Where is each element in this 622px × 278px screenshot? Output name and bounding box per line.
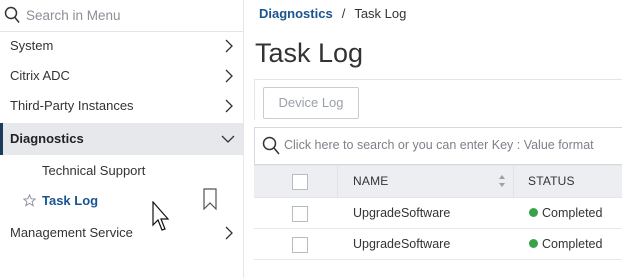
search-icon [4,6,20,23]
chevron-right-icon [225,226,233,240]
status-label: Completed [542,206,603,220]
row-checkbox[interactable] [292,206,308,222]
sidebar-item-system[interactable]: System [0,31,243,61]
column-header-status[interactable]: STATUS [528,174,575,188]
menu-search[interactable]: Search in Menu [0,0,243,32]
table-search-input[interactable]: Click here to search or you can enter Ke… [254,127,622,165]
chevron-right-icon [225,99,233,113]
sidebar: Search in Menu System Citrix ADC Third-P… [0,0,244,278]
device-log-button[interactable]: Device Log [263,87,359,119]
table-row[interactable]: UpgradeSoftware Completed [254,198,622,229]
table-search-placeholder: Click here to search or you can enter Ke… [284,138,594,152]
task-status: Completed [529,237,602,251]
select-all-checkbox[interactable] [292,174,308,190]
sidebar-item-label: Diagnostics [10,131,84,146]
table-header: NAME STATUS [254,165,622,198]
chevron-right-icon [225,39,233,53]
chevron-right-icon [225,69,233,83]
mouse-pointer-icon [152,201,170,231]
search-icon [262,136,280,155]
column-divider [513,166,514,197]
page-title: Task Log [255,38,364,68]
sidebar-item-third-party-instances[interactable]: Third-Party Instances [0,91,243,121]
column-divider [337,166,338,197]
sidebar-subitem-label: Technical Support [42,163,146,178]
sidebar-item-diagnostics[interactable]: Diagnostics [0,123,243,155]
sort-icon[interactable] [498,174,506,188]
sidebar-item-label: Citrix ADC [10,68,70,83]
breadcrumb: Diagnostics / Task Log [259,6,406,21]
status-label: Completed [542,237,603,251]
task-name: UpgradeSoftware [353,206,451,220]
sidebar-subitem-label: Task Log [42,193,99,208]
task-status: Completed [529,206,602,220]
task-log-table: NAME STATUS UpgradeSoftware Completed Up… [254,165,622,260]
sidebar-subitem-task-log[interactable]: Task Log [0,186,243,216]
breadcrumb-current: Task Log [354,6,407,21]
status-completed-icon [529,208,538,217]
status-completed-icon [529,239,538,248]
breadcrumb-separator: / [341,6,346,21]
task-name: UpgradeSoftware [353,237,451,251]
sidebar-item-label: System [10,38,54,53]
main-content: Diagnostics / Task Log Task Log Device Log… [244,0,622,278]
table-row[interactable]: UpgradeSoftware Completed [254,229,622,260]
toolbar: Device Log [254,79,622,120]
sidebar-item-management-service[interactable]: Management Service [0,218,243,248]
sidebar-item-citrix-adc[interactable]: Citrix ADC [0,61,243,91]
bookmark-icon[interactable] [203,188,217,210]
menu-search-placeholder: Search in Menu [26,8,121,23]
breadcrumb-link-diagnostics[interactable]: Diagnostics [259,6,333,21]
star-icon[interactable] [23,194,36,207]
sidebar-item-label: Management Service [10,225,133,240]
column-header-name[interactable]: NAME [353,174,388,188]
sidebar-item-label: Third-Party Instances [10,98,134,113]
sidebar-subitem-technical-support[interactable]: Technical Support [0,156,243,186]
row-checkbox[interactable] [292,237,308,253]
chevron-down-icon [221,135,235,143]
